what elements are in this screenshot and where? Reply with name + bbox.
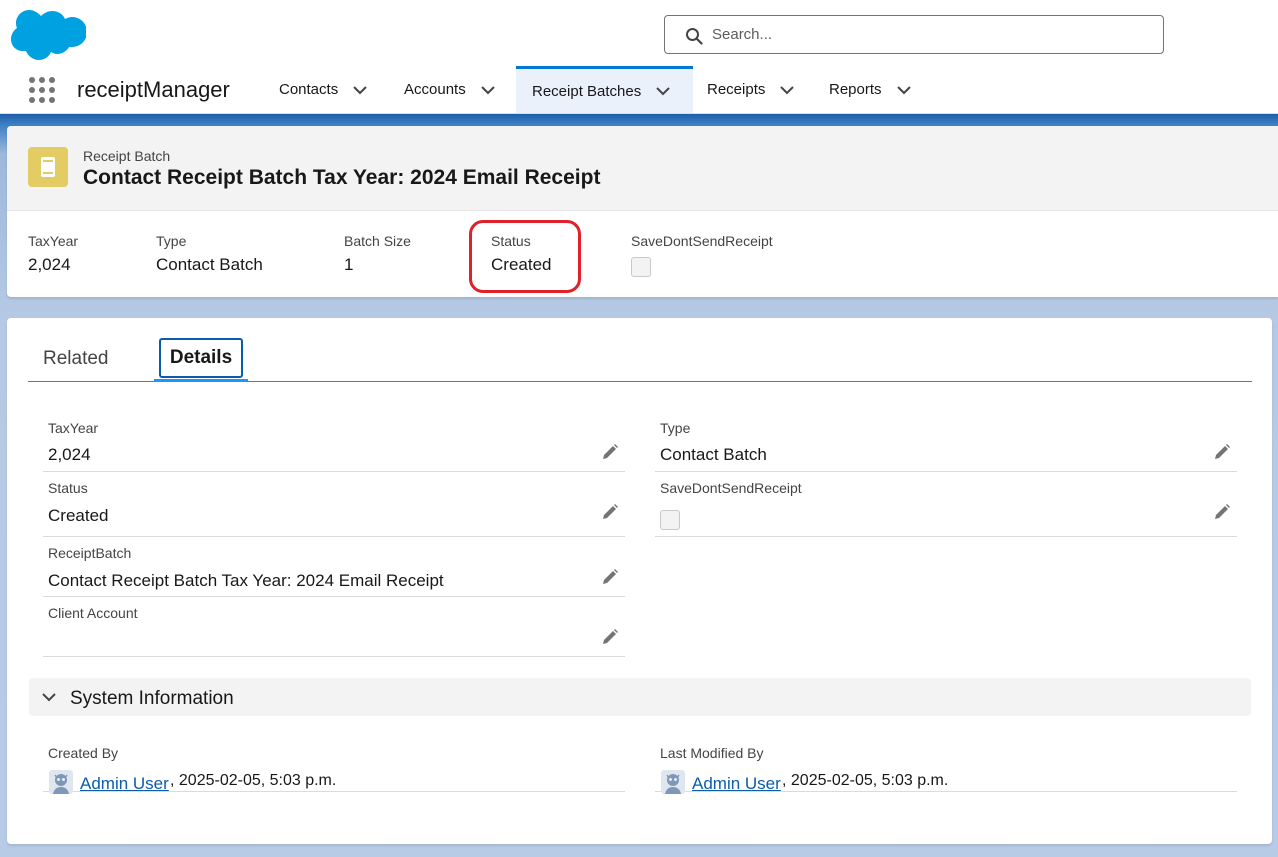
- field-value: Contact Batch: [660, 445, 767, 464]
- modified-by-date: , 2025-02-05, 5:03 p.m.: [782, 772, 949, 789]
- created-by-date: , 2025-02-05, 5:03 p.m.: [170, 772, 337, 789]
- highlight-batch-size: Batch Size 1: [344, 233, 411, 275]
- field-client-account: Client Account: [43, 597, 625, 657]
- field-taxyear: TaxYear 2,024: [43, 410, 625, 472]
- field-label: Last Modified By: [660, 745, 764, 761]
- app-name: receiptManager: [77, 77, 230, 102]
- nav-tab-label: Accounts: [404, 81, 466, 98]
- system-information-section-toggle[interactable]: System Information: [29, 678, 1251, 716]
- nav-tab-accounts[interactable]: Accounts: [404, 66, 496, 113]
- avatar-icon: [661, 770, 685, 794]
- chevron-down-icon[interactable]: [655, 83, 671, 99]
- search-icon: [686, 28, 703, 45]
- field-label: Status: [48, 480, 88, 496]
- edit-pencil-icon[interactable]: [601, 628, 619, 646]
- active-tab-indicator: [154, 379, 248, 382]
- field-label: SaveDontSendReceipt: [660, 480, 802, 496]
- field-receiptbatch: ReceiptBatch Contact Receipt Batch Tax Y…: [43, 537, 625, 597]
- nav-tab-receipts[interactable]: Receipts: [707, 66, 795, 113]
- field-value: Contact Receipt Batch Tax Year: 2024 Ema…: [48, 571, 444, 590]
- nav-tab-label: Reports: [829, 81, 882, 98]
- section-title: System Information: [70, 688, 234, 709]
- field-value: 2,024: [28, 255, 71, 274]
- field-last-modified-by: Last Modified By Admin User , 2025-02-05…: [655, 735, 1237, 794]
- field-label: Type: [156, 233, 187, 249]
- savedontsend-checkbox: [660, 510, 680, 530]
- chevron-down-icon[interactable]: [352, 82, 368, 98]
- salesforce-logo[interactable]: [10, 7, 87, 61]
- field-label: ReceiptBatch: [48, 545, 132, 561]
- record-detail-card: Related Details TaxYear 2,024 Type Conta…: [7, 318, 1272, 844]
- field-label: Batch Size: [344, 233, 411, 249]
- field-value: 1: [344, 255, 354, 274]
- chevron-down-icon[interactable]: [896, 82, 912, 98]
- field-label: Type: [660, 420, 691, 436]
- nav-tab-label: Receipt Batches: [532, 82, 642, 100]
- field-label: TaxYear: [28, 233, 79, 249]
- tab-details[interactable]: Details: [159, 338, 243, 378]
- search-input[interactable]: [712, 16, 1152, 53]
- highlight-type: Type Contact Batch: [156, 233, 263, 275]
- tab-related[interactable]: Related: [43, 338, 109, 380]
- chevron-down-icon[interactable]: [480, 82, 496, 98]
- field-value: 2,024: [48, 445, 91, 464]
- field-type: Type Contact Batch: [655, 410, 1237, 472]
- avatar-icon: [49, 770, 73, 794]
- field-value: Contact Batch: [156, 255, 263, 274]
- receipt-batch-icon: [28, 147, 68, 187]
- nav-tab-label: Receipts: [707, 81, 766, 98]
- nav-tab-label: Contacts: [279, 81, 339, 98]
- field-savedontsendreceipt: SaveDontSendReceipt: [655, 472, 1237, 537]
- chevron-down-icon[interactable]: [779, 82, 795, 98]
- nav-tab-reports[interactable]: Reports: [829, 66, 912, 113]
- highlight-taxyear: TaxYear 2,024: [28, 233, 78, 275]
- field-label: Client Account: [48, 605, 138, 621]
- edit-pencil-icon[interactable]: [601, 568, 619, 586]
- object-label: Receipt Batch: [83, 148, 171, 164]
- record-tabs: Related Details: [28, 318, 1252, 382]
- edit-pencil-icon[interactable]: [1213, 503, 1231, 521]
- record-header-top: Receipt Batch Contact Receipt Batch Tax …: [7, 126, 1278, 211]
- edit-pencil-icon[interactable]: [601, 503, 619, 521]
- field-value: Created: [48, 506, 109, 525]
- status-annotation-box: [469, 220, 581, 293]
- savedontsend-checkbox: [631, 257, 651, 277]
- nav-tab-contacts[interactable]: Contacts: [279, 66, 368, 113]
- field-status: Status Created: [43, 472, 625, 537]
- edit-pencil-icon[interactable]: [601, 443, 619, 461]
- field-label: Created By: [48, 745, 119, 761]
- record-title: Contact Receipt Batch Tax Year: 2024 Ema…: [83, 166, 601, 189]
- edit-pencil-icon[interactable]: [1213, 443, 1231, 461]
- field-label: SaveDontSendReceipt: [631, 233, 773, 249]
- field-label: TaxYear: [48, 420, 99, 436]
- nav-tab-receipt-batches[interactable]: Receipt Batches: [516, 66, 693, 113]
- global-header: [0, 0, 1278, 66]
- app-launcher-icon[interactable]: [28, 76, 56, 104]
- record-header: Receipt Batch Contact Receipt Batch Tax …: [7, 126, 1278, 297]
- field-created-by: Created By Admin User , 2025-02-05, 5:03…: [43, 735, 625, 794]
- app-nav-bar: receiptManager Contacts Accounts Receipt…: [0, 66, 1278, 114]
- highlight-savedontsendreceipt: SaveDontSendReceipt: [631, 233, 773, 277]
- chevron-down-icon[interactable]: [41, 689, 57, 705]
- global-search[interactable]: [664, 15, 1164, 54]
- modified-by-user-link[interactable]: Admin User: [692, 774, 781, 794]
- created-by-user-link[interactable]: Admin User: [80, 774, 169, 794]
